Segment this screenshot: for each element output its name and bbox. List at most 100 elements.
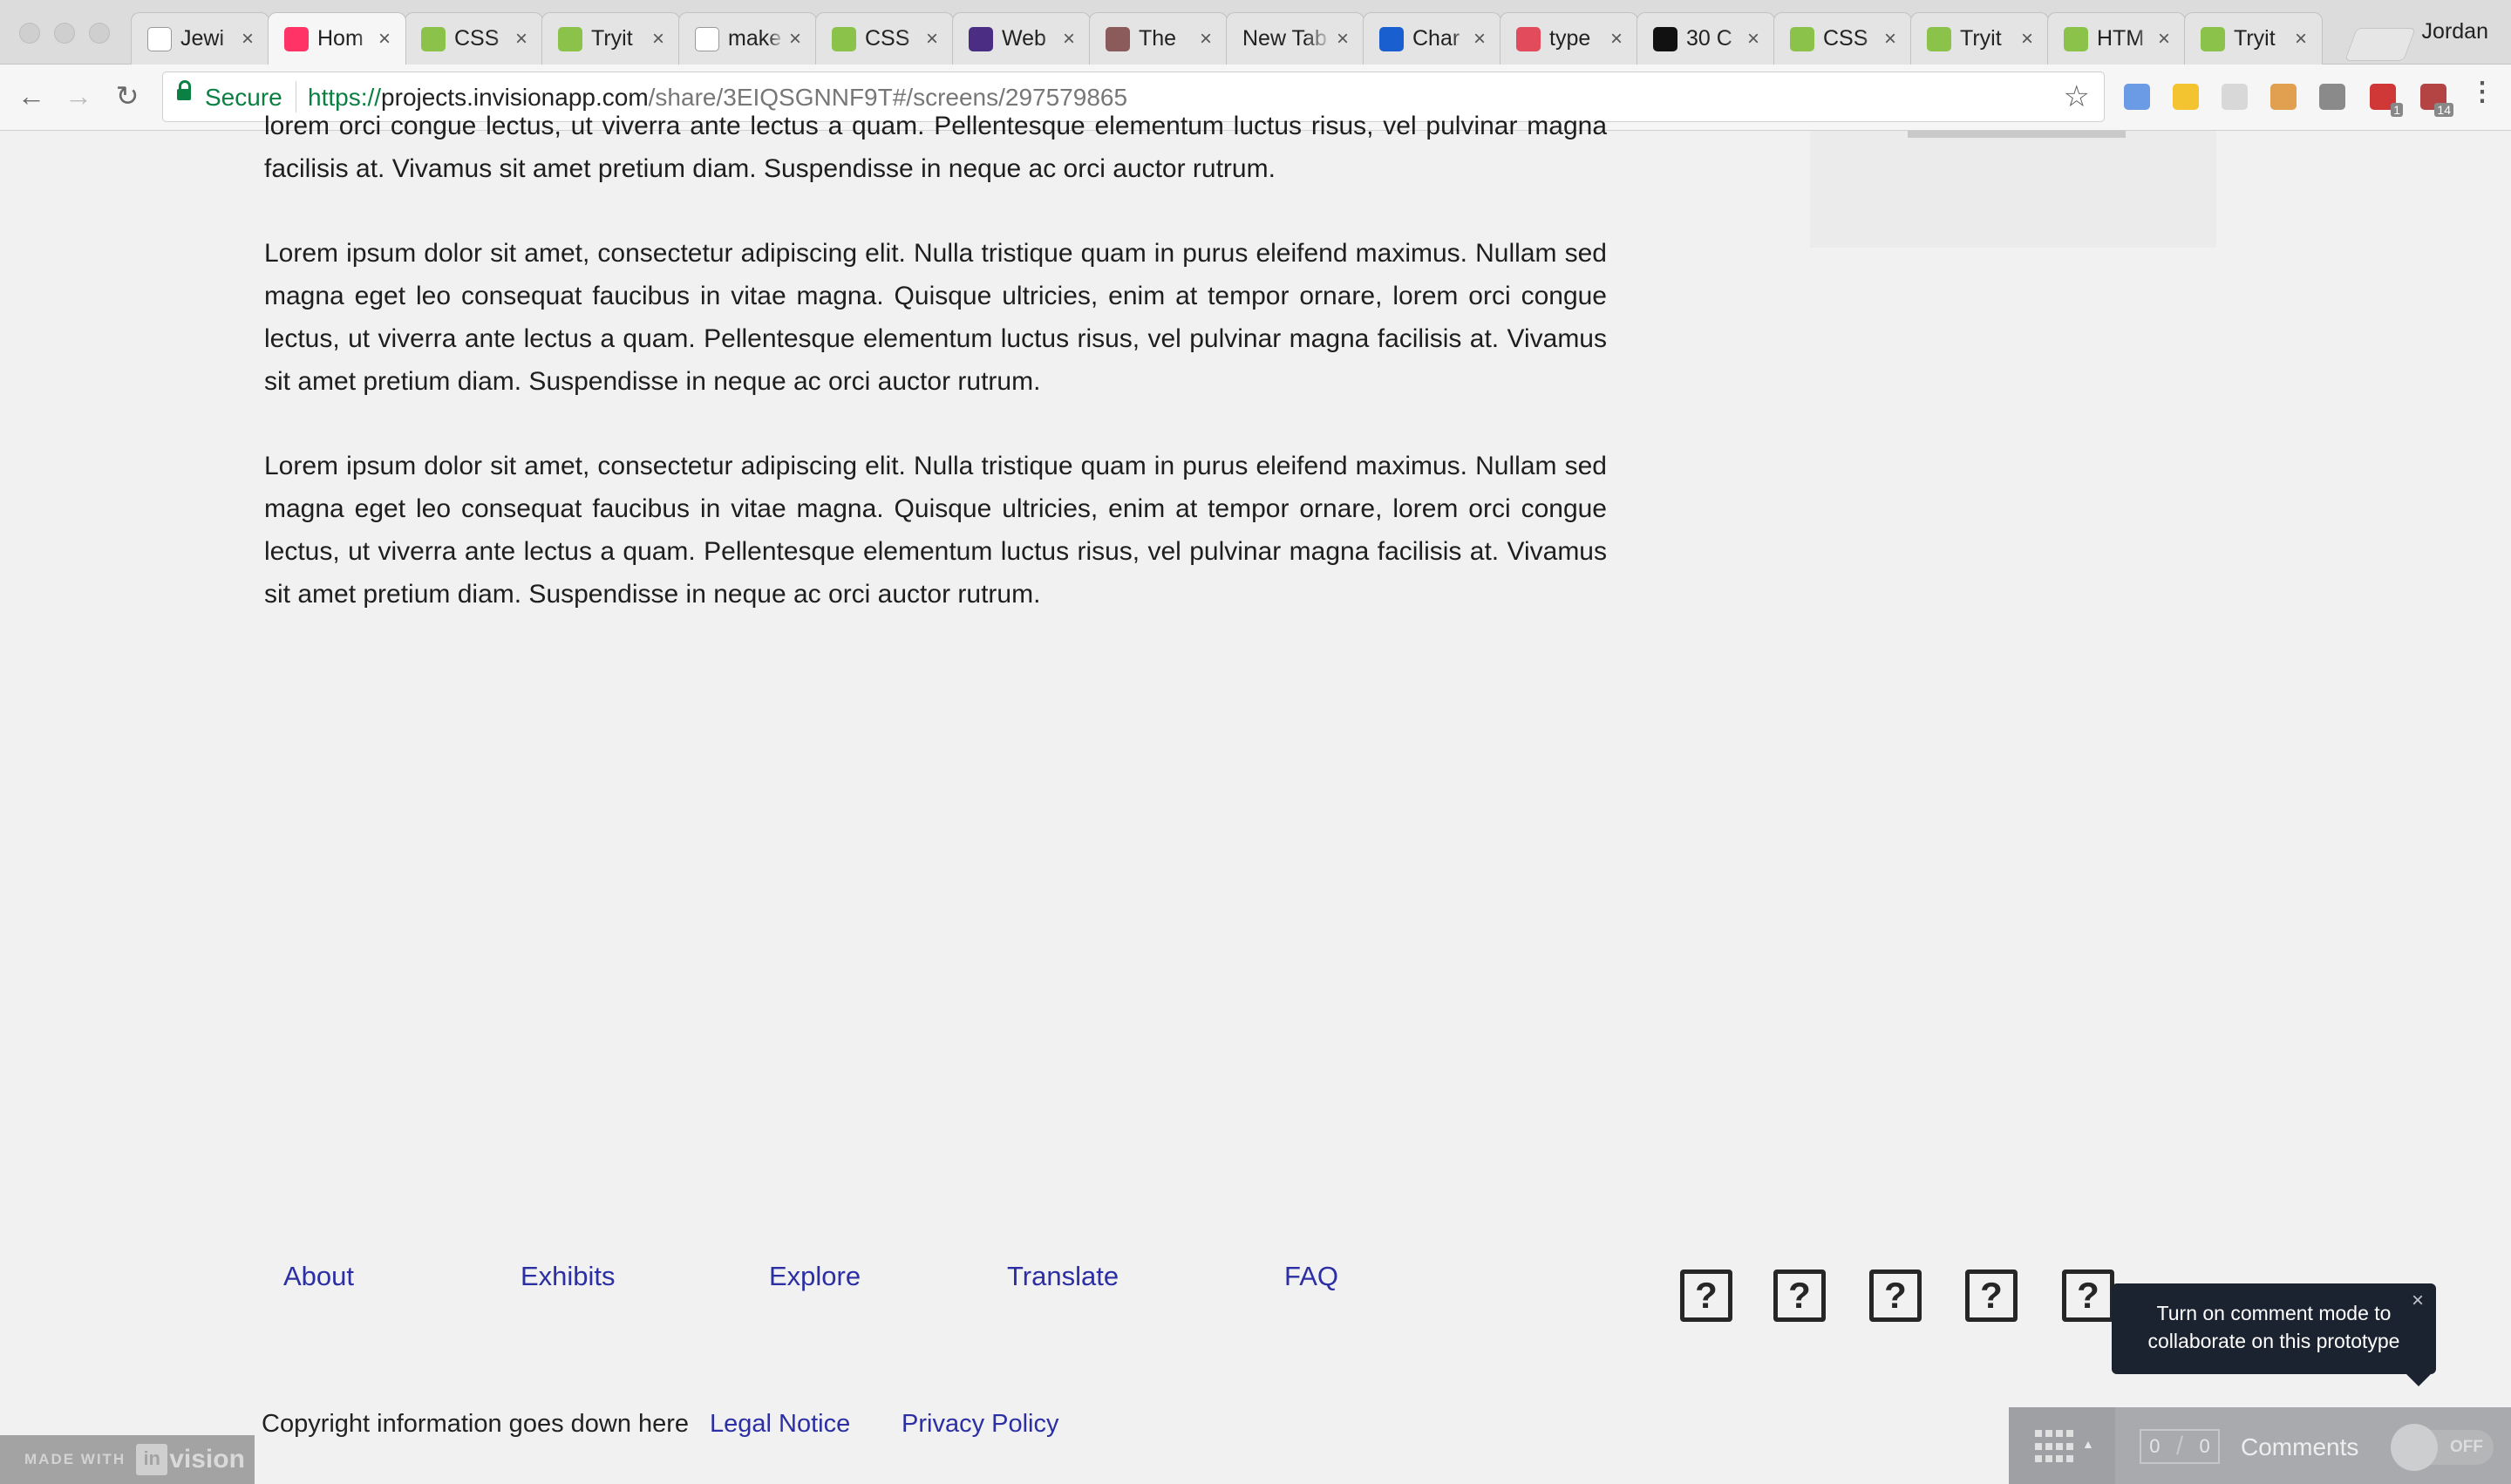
browser-tab[interactable]: Tryit ×	[1910, 12, 2049, 65]
made-with-invision-badge[interactable]: MADE WITH in vision	[0, 1435, 255, 1484]
toggle-knob	[2391, 1424, 2438, 1471]
tab-close-icon[interactable]: ×	[922, 27, 942, 51]
w3schools-icon	[421, 26, 446, 51]
w3schools-icon	[1790, 26, 1814, 51]
toggle-label: OFF	[2450, 1438, 2483, 1456]
social-placeholder-icon-1[interactable]: ?	[1680, 1270, 1732, 1322]
privacy-policy-link[interactable]: Privacy Policy	[902, 1410, 1059, 1439]
tab-close-icon[interactable]: ×	[2017, 27, 2038, 51]
tooltip-close-icon[interactable]: ×	[2412, 1289, 2424, 1313]
invision-brand-text: vision	[169, 1445, 245, 1474]
footer-link-explore[interactable]: Explore	[769, 1261, 861, 1292]
forward-arrow-icon[interactable]: →	[61, 78, 96, 113]
tab-title: Tryit	[591, 26, 633, 51]
footer-link-faq[interactable]: FAQ	[1284, 1261, 1338, 1292]
browser-tab[interactable]: CSS ×	[1773, 12, 1912, 65]
comment-mode-toggle[interactable]: OFF	[2391, 1424, 2494, 1471]
extension-ruler-icon[interactable]	[2270, 84, 2297, 110]
browser-tab[interactable]: Jewi ×	[131, 12, 269, 65]
browser-tab[interactable]: 30 C ×	[1637, 12, 1775, 65]
w-black-icon	[1653, 26, 1677, 51]
social-placeholder-icon-4[interactable]: ?	[1965, 1270, 2018, 1322]
social-placeholder-icon-2[interactable]: ?	[1773, 1270, 1826, 1322]
footer-link-about[interactable]: About	[283, 1261, 354, 1292]
browser-tab[interactable]: The ×	[1089, 12, 1228, 65]
tab-title: The	[1139, 26, 1177, 51]
footer-link-translate[interactable]: Translate	[1007, 1261, 1119, 1292]
tab-close-icon[interactable]: ×	[2154, 27, 2174, 51]
tab-title: Tryit	[2234, 26, 2276, 51]
tab-close-icon[interactable]: ×	[2290, 27, 2311, 51]
new-tab-button[interactable]	[2344, 28, 2416, 61]
tab-close-icon[interactable]: ×	[785, 27, 806, 51]
browser-tab[interactable]: make ×	[678, 12, 817, 65]
social-placeholder-icon-5[interactable]: ?	[2062, 1270, 2114, 1322]
tab-title: CSS	[454, 26, 500, 51]
tab-title: HTM	[2097, 26, 2145, 51]
social-placeholder-icon-3[interactable]: ?	[1869, 1270, 1922, 1322]
lock-icon	[177, 80, 191, 100]
browser-menu-icon[interactable]: ⋮	[2469, 77, 2495, 107]
extension-adblock-icon[interactable]: 1	[2370, 84, 2403, 117]
tab-close-icon[interactable]: ×	[1058, 27, 1079, 51]
extension-badge: 14	[2434, 103, 2453, 117]
invision-logo-icon: in	[136, 1444, 168, 1475]
minimize-window-dot[interactable]	[54, 23, 75, 44]
extension-blue-icon[interactable]	[2124, 84, 2150, 110]
comment-mode-tooltip: Turn on comment mode to collaborate on t…	[2112, 1283, 2436, 1386]
chart-icon	[1379, 26, 1404, 51]
comments-label[interactable]: Comments	[2241, 1433, 2358, 1461]
tab-close-icon[interactable]: ×	[1195, 27, 1216, 51]
profile-name[interactable]: Jordan	[2422, 19, 2488, 44]
tab-title: 30 C	[1686, 26, 1732, 51]
browser-tab[interactable]: Web ×	[952, 12, 1091, 65]
browser-tab[interactable]: type ×	[1500, 12, 1638, 65]
browser-tab[interactable]: New Tab ×	[1226, 12, 1364, 65]
grid-icon	[2035, 1430, 2073, 1465]
w3schools-icon	[1927, 26, 1951, 51]
w3schools-icon	[832, 26, 856, 51]
tab-list: Jewi × Hom × CSS × Tryit × make × CSS × Web × The × New …	[131, 12, 2323, 65]
tab-title: Jewi	[180, 26, 225, 51]
back-arrow-icon[interactable]: ←	[14, 78, 49, 113]
browser-tab[interactable]: Tryit ×	[2184, 12, 2323, 65]
comment-counter: 0 / 0	[2140, 1429, 2220, 1464]
browser-tab[interactable]: Tryit ×	[541, 12, 680, 65]
legal-notice-link[interactable]: Legal Notice	[710, 1410, 850, 1439]
type-icon	[1516, 26, 1541, 51]
caret-up-icon: ▲	[2082, 1437, 2094, 1451]
comment-total: 0	[2199, 1435, 2210, 1457]
browser-tab-strip: Jewi × Hom × CSS × Tryit × make × CSS × Web × The × New …	[0, 0, 2511, 65]
bookmark-star-icon[interactable]: ☆	[2064, 79, 2090, 114]
zoom-window-dot[interactable]	[89, 23, 110, 44]
browser-tab[interactable]: CSS ×	[815, 12, 954, 65]
browser-tab[interactable]: Char ×	[1363, 12, 1501, 65]
extension-pencil-icon[interactable]	[2173, 84, 2199, 110]
copyright-text: Copyright information goes down here	[262, 1410, 690, 1438]
tab-close-icon[interactable]: ×	[374, 27, 395, 51]
document-icon	[147, 26, 172, 51]
webflow-w-icon	[969, 26, 993, 51]
reload-icon[interactable]: ↻	[110, 78, 145, 113]
tab-close-icon[interactable]: ×	[1880, 27, 1901, 51]
extension-document-icon[interactable]	[2222, 84, 2248, 110]
tab-close-icon[interactable]: ×	[237, 27, 258, 51]
browser-tab[interactable]: CSS ×	[405, 12, 543, 65]
browser-tab[interactable]: Hom ×	[268, 12, 406, 65]
close-window-dot[interactable]	[19, 23, 40, 44]
tab-close-icon[interactable]: ×	[1606, 27, 1627, 51]
footer-link-exhibits[interactable]: Exhibits	[521, 1261, 616, 1292]
tab-close-icon[interactable]: ×	[648, 27, 669, 51]
tab-close-icon[interactable]: ×	[1332, 27, 1353, 51]
browser-tab[interactable]: HTM ×	[2047, 12, 2186, 65]
tab-title: CSS	[865, 26, 910, 51]
tab-close-icon[interactable]: ×	[511, 27, 532, 51]
extension-s-icon[interactable]	[2319, 84, 2345, 110]
extension-calendar-icon[interactable]: 14	[2420, 84, 2453, 117]
tooltip-text: Turn on comment mode to collaborate on t…	[2147, 1302, 2400, 1352]
tab-close-icon[interactable]: ×	[1743, 27, 1764, 51]
screens-grid-button[interactable]: ▲	[2009, 1407, 2115, 1484]
tab-title: make	[728, 26, 782, 51]
tab-close-icon[interactable]: ×	[1469, 27, 1490, 51]
w3schools-icon	[2064, 26, 2088, 51]
